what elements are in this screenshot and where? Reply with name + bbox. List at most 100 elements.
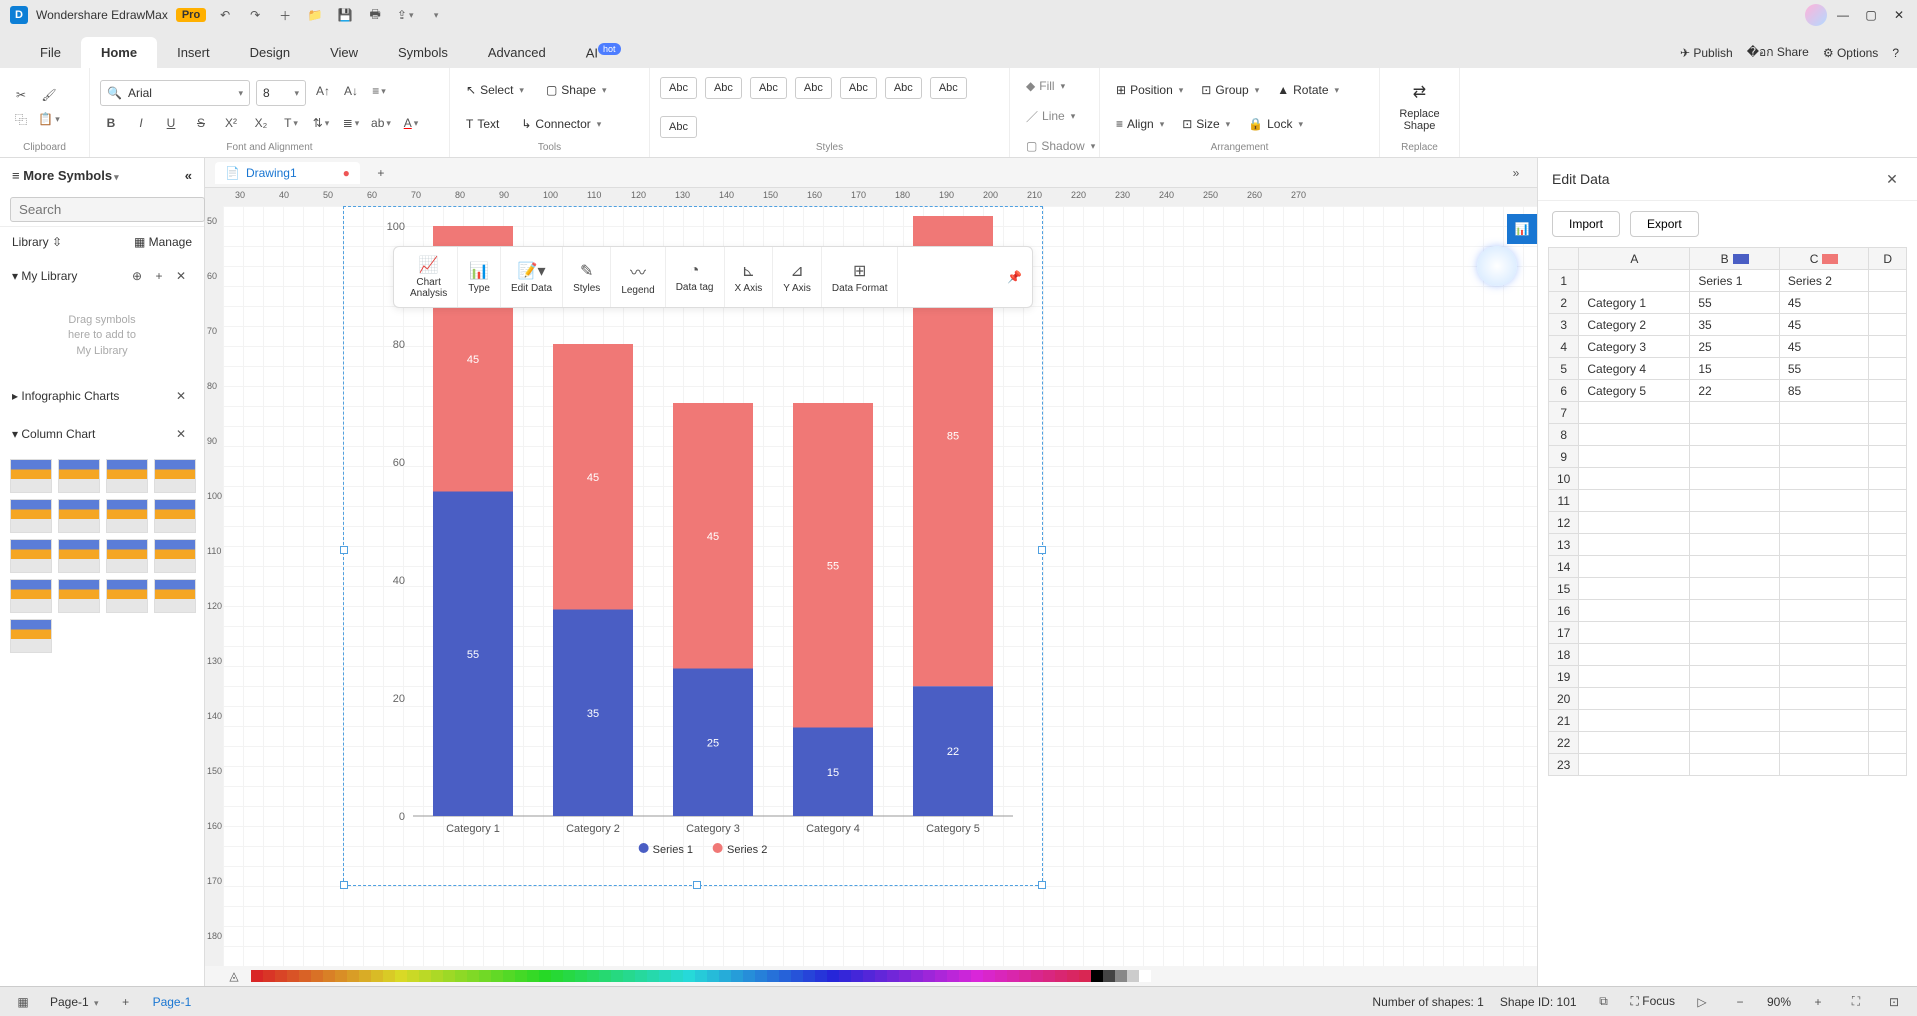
chart-thumb[interactable] [106,499,148,533]
mylib-header[interactable]: ▾ My Library [12,269,77,283]
color-swatch[interactable] [803,970,815,982]
column-close-icon[interactable]: ✕ [170,423,192,445]
collapse-sidebar-icon[interactable]: « [185,168,192,183]
mylib-add-icon[interactable]: ⊕ [126,265,148,287]
style-swatch-6[interactable]: Abc [885,77,922,99]
color-swatch[interactable] [1067,970,1079,982]
group-button[interactable]: ⊡ Group▾ [1195,76,1265,104]
new-icon[interactable]: ＋ [274,4,296,26]
panel-close-icon[interactable]: ✕ [1881,168,1903,190]
color-swatch[interactable] [839,970,851,982]
color-swatch[interactable] [743,970,755,982]
color-swatch[interactable] [935,970,947,982]
save-icon[interactable]: 💾 [334,4,356,26]
color-swatch[interactable] [1103,970,1115,982]
color-swatch[interactable] [995,970,1007,982]
drag-zone[interactable]: Drag symbols here to add to My Library [0,295,204,377]
eyedropper-icon[interactable]: ◬ [223,965,245,987]
format-painter-icon[interactable]: 🖌 [38,84,60,106]
color-swatch[interactable] [779,970,791,982]
color-swatch[interactable] [251,970,263,982]
color-swatch[interactable] [635,970,647,982]
play-icon[interactable]: ▷ [1691,991,1713,1013]
color-swatch[interactable] [659,970,671,982]
chart-thumb[interactable] [154,499,196,533]
fit-icon[interactable]: ⛶ [1845,991,1867,1013]
cut-icon[interactable]: ✂ [10,84,32,106]
color-swatch[interactable] [827,970,839,982]
font-color-icon[interactable]: A▾ [400,112,422,134]
color-swatch[interactable] [623,970,635,982]
font-size-select[interactable]: 8▾ [256,80,306,106]
color-swatch[interactable] [275,970,287,982]
case-icon[interactable]: ab▾ [370,112,392,134]
color-swatch[interactable] [1019,970,1031,982]
page-list-icon[interactable]: ▦ [12,991,34,1013]
zoom-in-icon[interactable]: + [1807,991,1829,1013]
color-swatch[interactable] [575,970,587,982]
infographic-close-icon[interactable]: ✕ [170,385,192,407]
color-swatch[interactable] [851,970,863,982]
color-swatch[interactable] [287,970,299,982]
color-swatch[interactable] [899,970,911,982]
import-button[interactable]: Import [1552,211,1620,237]
manage-button[interactable]: ▦ Manage [134,235,192,249]
page-select[interactable]: Page-1 ▾ [50,995,99,1009]
position-button[interactable]: ⊞ Position▾ [1110,76,1189,104]
color-swatch[interactable] [443,970,455,982]
color-swatch[interactable] [887,970,899,982]
color-swatch[interactable] [671,970,683,982]
color-swatch[interactable] [383,970,395,982]
print-icon[interactable]: 🖶 [364,4,386,26]
more-icon[interactable]: ▾ [424,4,446,26]
color-swatch[interactable] [863,970,875,982]
style-swatch-3[interactable]: Abc [750,77,787,99]
mylib-plus-icon[interactable]: + [148,265,170,287]
style-swatch-1[interactable]: Abc [660,77,697,99]
ctx-type[interactable]: 📊Type [458,247,501,307]
color-swatch[interactable] [515,970,527,982]
color-swatch[interactable] [959,970,971,982]
export-button[interactable]: Export [1630,211,1699,237]
subscript-icon[interactable]: X₂ [250,112,272,134]
shrink-font-icon[interactable]: A↓ [340,80,362,102]
ctx-styles[interactable]: ✎Styles [563,247,611,307]
export-icon[interactable]: ⇪▾ [394,4,416,26]
color-swatch[interactable] [923,970,935,982]
color-swatch[interactable] [683,970,695,982]
avatar[interactable] [1805,4,1827,26]
chart-thumb[interactable] [106,539,148,573]
color-swatch[interactable] [1031,970,1043,982]
infographic-header[interactable]: ▸ Infographic Charts [12,389,119,403]
line-button[interactable]: ／ Line▾ [1020,102,1101,130]
color-swatch[interactable] [1007,970,1019,982]
help-icon[interactable]: ? [1892,46,1899,60]
share-button[interactable]: �อก Share [1747,43,1809,62]
bold-icon[interactable]: B [100,112,122,134]
color-swatch[interactable] [647,970,659,982]
color-swatch[interactable] [1079,970,1091,982]
chart-thumb[interactable] [58,539,100,573]
chart-thumb[interactable] [154,579,196,613]
color-swatch[interactable] [731,970,743,982]
chart-thumb[interactable] [10,459,52,493]
color-swatch[interactable] [755,970,767,982]
chart-thumb[interactable] [58,459,100,493]
color-swatch[interactable] [707,970,719,982]
options-button[interactable]: ⚙ Options [1823,46,1878,60]
ctx-legend[interactable]: 〰Legend [611,247,665,307]
color-swatch[interactable] [467,970,479,982]
chart-thumb[interactable] [154,459,196,493]
replace-shape-icon[interactable]: ⇄ [1413,82,1426,102]
select-tool[interactable]: ↖ Select▾ [460,76,530,104]
color-swatch[interactable] [947,970,959,982]
shape-tool[interactable]: ▢ Shape▾ [540,76,613,104]
size-button[interactable]: ⊡ Size▾ [1176,110,1236,138]
maximize-button[interactable]: ▢ [1863,8,1879,22]
column-chart-header[interactable]: ▾ Column Chart [12,427,95,441]
color-swatch[interactable] [911,970,923,982]
sidebar-title[interactable]: ≡ More Symbols▾ [12,168,119,183]
color-swatch[interactable] [791,970,803,982]
drawing-canvas[interactable]: 📊 📈Chart Analysis 📊Type 📝▾Edit Data ✎Sty… [223,206,1537,966]
ctx-y-axis[interactable]: ⊿Y Axis [773,247,822,307]
